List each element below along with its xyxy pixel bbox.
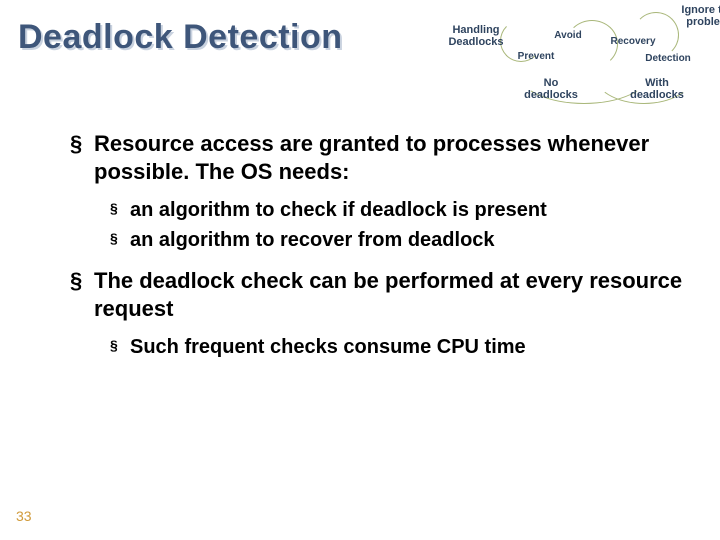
page-number: 33 <box>16 508 32 524</box>
bullet-level2: an algorithm to check if deadlock is pre… <box>110 197 690 223</box>
page-title: Deadlock Detection <box>18 18 343 57</box>
body-content: Resource access are granted to processes… <box>70 130 690 364</box>
diagram-node-avoid: Avoid <box>543 30 593 41</box>
bullet-level1: Resource access are granted to processes… <box>70 130 690 185</box>
diagram-node-root: HandlingDeadlocks <box>436 24 516 48</box>
diagram-node-ignore: Ignore theproblem <box>678 4 720 28</box>
bullet-level2: Such frequent checks consume CPU time <box>110 334 690 360</box>
diagram-node-detection: Detection <box>638 53 698 64</box>
bullet-level2: an algorithm to recover from deadlock <box>110 227 690 253</box>
bullet-level1: The deadlock check can be performed at e… <box>70 267 690 322</box>
diagram-node-recovery: Recovery <box>603 36 663 47</box>
diagram-node-prevent: Prevent <box>506 51 566 62</box>
concept-diagram: HandlingDeadlocks Avoid Prevent Nodeadlo… <box>458 2 718 102</box>
slide: Deadlock Detection HandlingDeadlocks Avo… <box>0 0 720 540</box>
spacer <box>70 257 690 267</box>
diagram-node-with-deadlocks: Withdeadlocks <box>622 77 692 101</box>
diagram-node-no-deadlocks: Nodeadlocks <box>516 77 586 101</box>
